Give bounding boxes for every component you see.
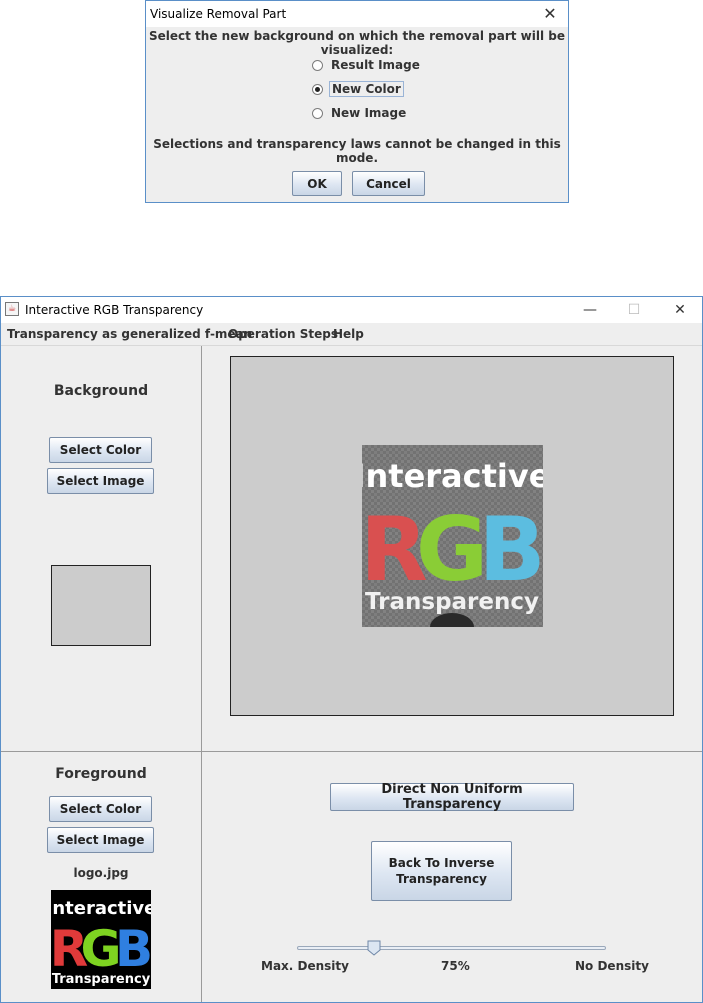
dialog-title: Visualize Removal Part bbox=[150, 7, 287, 21]
preview-logo-line3: Transparency bbox=[365, 589, 539, 615]
dialog-close-icon[interactable]: ✕ bbox=[540, 4, 560, 24]
slider-max-label: No Density bbox=[575, 959, 649, 973]
window-close-icon[interactable]: ✕ bbox=[657, 297, 703, 323]
option-new-image[interactable]: New Image bbox=[312, 104, 408, 122]
window-title: Interactive RGB Transparency bbox=[25, 303, 204, 317]
density-slider-thumb[interactable] bbox=[367, 940, 381, 956]
preview-logo-g: G bbox=[416, 498, 488, 601]
visualize-removal-dialog: Visualize Removal Part ✕ Select the new … bbox=[145, 0, 569, 203]
horizontal-divider bbox=[1, 751, 702, 752]
ok-button[interactable]: OK bbox=[292, 171, 342, 196]
dialog-titlebar: Visualize Removal Part ✕ bbox=[146, 1, 568, 27]
option-new-color[interactable]: New Color bbox=[312, 80, 404, 98]
maximize-icon[interactable]: ☐ bbox=[611, 297, 657, 323]
option-result-image[interactable]: Result Image bbox=[312, 56, 422, 74]
menu-bar: Transparency as generalized f-mean Opera… bbox=[1, 323, 702, 346]
option-new-color-label: New Color bbox=[329, 81, 404, 97]
radio-result-image[interactable] bbox=[312, 59, 323, 71]
preview-logo-b: B bbox=[478, 498, 543, 601]
menu-operation-steps[interactable]: Operation Steps bbox=[228, 327, 338, 341]
radio-new-image[interactable] bbox=[312, 107, 323, 119]
radio-new-color[interactable] bbox=[312, 83, 323, 95]
dialog-prompt: Select the new background on which the r… bbox=[149, 29, 565, 57]
dialog-note: Selections and transparency laws cannot … bbox=[153, 137, 561, 165]
minimize-icon[interactable]: — bbox=[567, 297, 613, 323]
fg-select-color-button[interactable]: Select Color bbox=[49, 796, 152, 822]
window-titlebar: ☕ Interactive RGB Transparency — ☐ ✕ bbox=[1, 297, 702, 323]
vertical-divider bbox=[201, 346, 202, 1002]
menu-transparency[interactable]: Transparency as generalized f-mean bbox=[7, 327, 252, 341]
direct-non-uniform-button[interactable]: Direct Non Uniform Transparency bbox=[330, 782, 574, 812]
foreground-title: Foreground bbox=[55, 766, 147, 782]
slider-min-label: Max. Density bbox=[261, 959, 349, 973]
thumb-logo-line3: Transparency bbox=[52, 972, 151, 987]
option-new-image-label: New Image bbox=[331, 106, 407, 120]
main-window: ☕ Interactive RGB Transparency — ☐ ✕ Tra… bbox=[0, 296, 703, 1003]
option-result-image-label: Result Image bbox=[331, 58, 420, 72]
background-title: Background bbox=[53, 383, 149, 399]
java-cup-icon: ☕ bbox=[5, 302, 19, 316]
foreground-filename: logo.jpg bbox=[73, 866, 129, 880]
thumb-logo-b: B bbox=[115, 920, 151, 978]
bg-select-image-button[interactable]: Select Image bbox=[47, 468, 154, 494]
cancel-button[interactable]: Cancel bbox=[352, 171, 425, 196]
slider-value-label: 75% bbox=[441, 959, 470, 973]
background-color-swatch bbox=[51, 565, 151, 646]
preview-canvas: Interactive R G B Transparency bbox=[230, 356, 674, 716]
foreground-logo-thumbnail: Interactive R G B Transparency bbox=[51, 890, 151, 989]
back-to-inverse-button[interactable]: Back To Inverse Transparency bbox=[371, 841, 512, 901]
bg-select-color-button[interactable]: Select Color bbox=[49, 437, 152, 463]
density-slider-track[interactable] bbox=[297, 946, 606, 950]
fg-select-image-button[interactable]: Select Image bbox=[47, 827, 154, 853]
menu-help[interactable]: Help bbox=[333, 327, 364, 341]
preview-logo-line1: Interactive bbox=[362, 457, 543, 495]
preview-logo-image: Interactive R G B Transparency bbox=[362, 445, 543, 627]
thumb-logo-line1: Interactive bbox=[51, 898, 151, 919]
